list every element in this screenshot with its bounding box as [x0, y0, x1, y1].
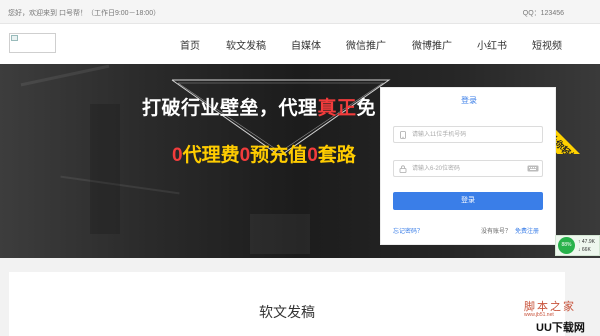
subline-trick: 套路: [317, 145, 356, 166]
hero-headline: 打破行业壁垒，代理真正免: [142, 93, 376, 120]
subline-zero: 0: [239, 145, 251, 166]
hero-texture: [60, 175, 180, 195]
nav-item-article[interactable]: 软文发稿: [226, 37, 266, 52]
subline-zero: 0: [172, 145, 183, 166]
speed-percent: 88%: [558, 237, 575, 254]
register-link[interactable]: 免费注册: [515, 226, 539, 235]
password-field[interactable]: [393, 160, 543, 177]
hero-texture: [90, 104, 120, 234]
nav-item-self-media[interactable]: 自媒体: [291, 37, 321, 52]
password-input[interactable]: [412, 163, 522, 175]
register-prompt: 没有账号？: [481, 229, 512, 235]
login-tab-title[interactable]: 登录: [381, 95, 557, 106]
main-navbar: 首页 软文发稿 自媒体 微信推广 微博推广 小红书 短视频: [0, 24, 600, 64]
hero-subline: 0代理费0预充值0套路: [172, 140, 356, 167]
phone-input[interactable]: [412, 129, 522, 141]
nav-item-xiaohongshu[interactable]: 小红书: [477, 37, 507, 52]
eye-icon[interactable]: [527, 165, 539, 172]
headline-suffix: 免: [356, 98, 377, 119]
qq-contact: QQ：123456: [522, 10, 564, 17]
watermark-url: www.jb51.net: [524, 312, 554, 318]
login-button[interactable]: 登录: [393, 192, 543, 210]
site-logo[interactable]: [9, 33, 56, 53]
subline-prepay: 预充值: [250, 145, 308, 166]
login-panel: 登录 登录 忘记密码？ 没有账号？ 免费注册: [380, 87, 556, 245]
subline-agent-fee: 代理费: [182, 145, 240, 166]
hero-texture: [250, 214, 310, 254]
section-title: 软文发稿: [259, 304, 315, 320]
greeting-text: 您好，欢迎来到 口号帮！（工作日9:00－18:00）: [8, 10, 161, 17]
phone-icon: [400, 131, 406, 139]
top-info-bar: 您好，欢迎来到 口号帮！（工作日9:00－18:00） QQ：123456: [0, 0, 600, 24]
hero-texture: [20, 64, 110, 87]
network-speed-widget[interactable]: 88% ↑ 47.9K ↓ 66K: [555, 235, 600, 256]
lock-icon: [399, 165, 407, 173]
broken-image-icon: [11, 35, 18, 41]
phone-field[interactable]: [393, 126, 543, 143]
forgot-password-link[interactable]: 忘记密码？: [393, 226, 423, 235]
watermark-brand: UU下载网: [536, 322, 585, 334]
upload-speed: ↑ 47.9K: [578, 239, 595, 245]
download-speed: ↓ 66K: [578, 247, 591, 253]
nav-item-wechat[interactable]: 微信推广: [346, 37, 386, 52]
headline-highlight: 真正: [317, 98, 357, 119]
nav-item-weibo[interactable]: 微博推广: [412, 37, 452, 52]
nav-item-short-video[interactable]: 短视频: [532, 37, 562, 52]
nav-item-home[interactable]: 首页: [180, 37, 200, 52]
subline-zero: 0: [307, 145, 318, 166]
headline-prefix: 打破行业壁垒，代理: [142, 98, 318, 119]
